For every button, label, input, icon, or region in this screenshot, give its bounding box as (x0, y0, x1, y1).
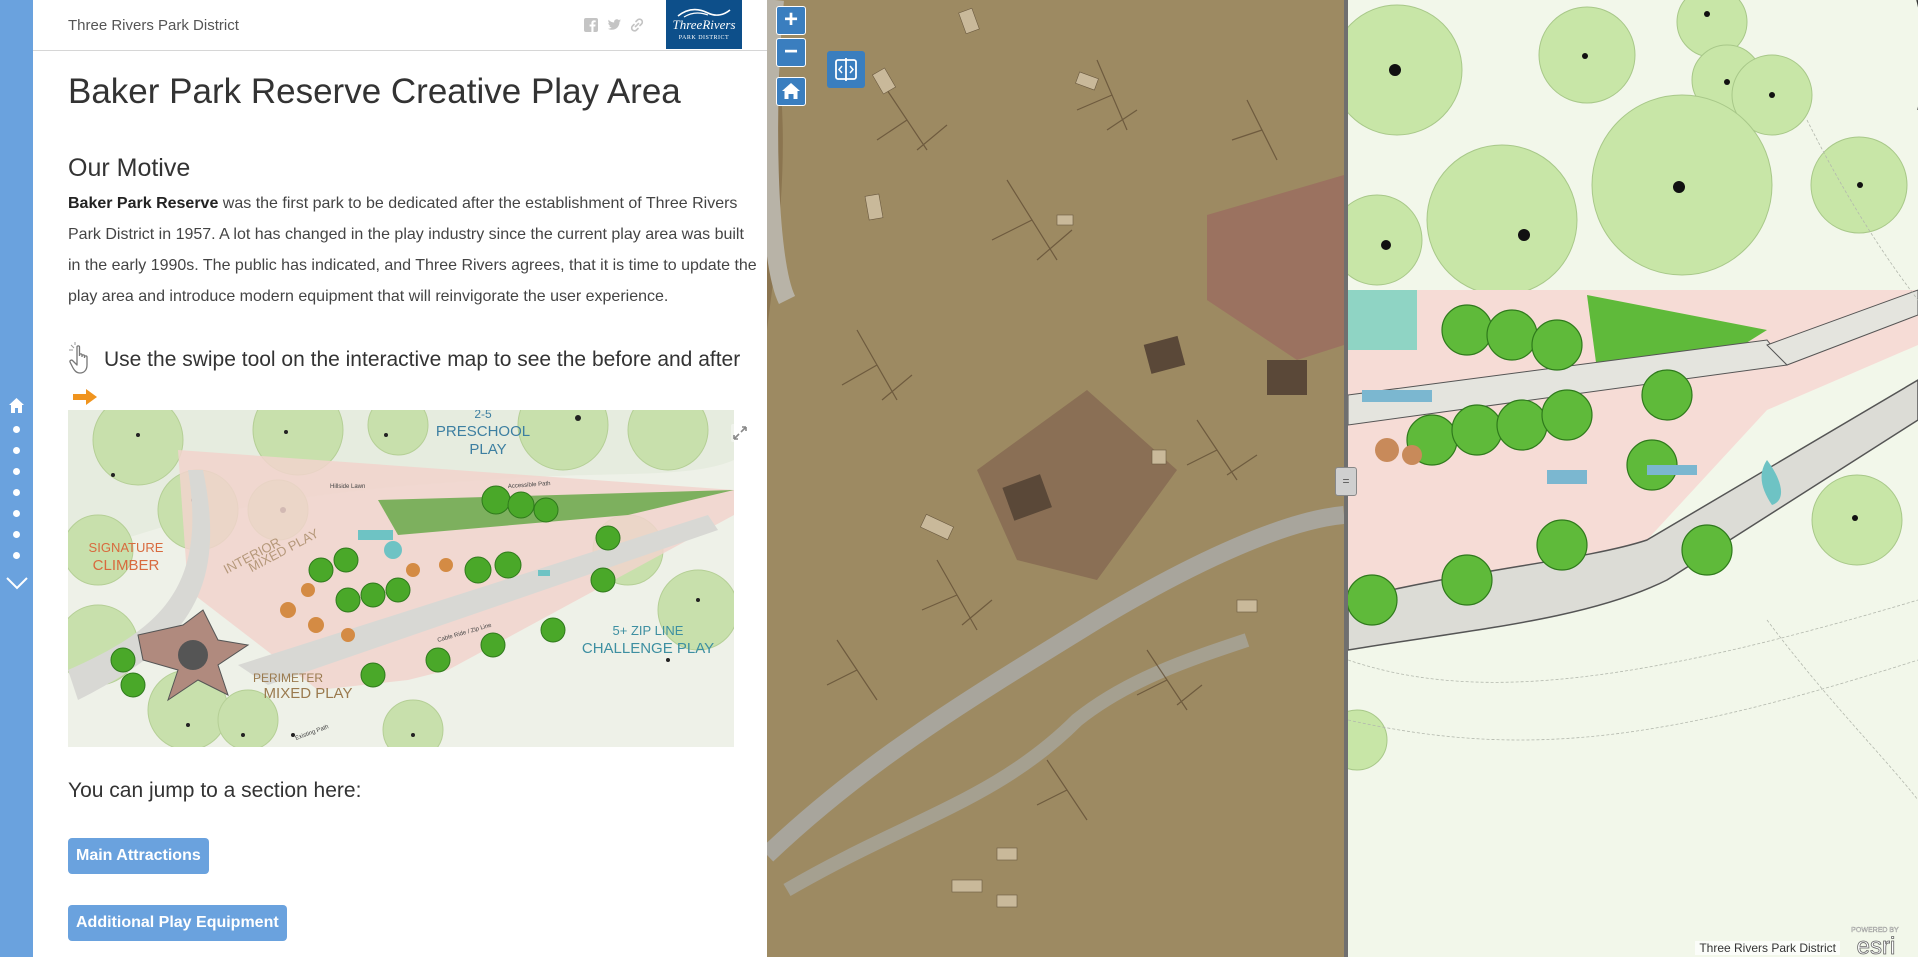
pointing-hand-icon (69, 342, 88, 374)
swipe-map[interactable]: + − = Three Rivers Park District POWERED… (767, 0, 1918, 957)
esri-logo[interactable]: POWERED BY esri (1840, 923, 1910, 957)
jump-to-section-text: You can jump to a section here: (68, 779, 362, 802)
hillside-lawn-label: Hillside Lawn (330, 484, 365, 490)
twitter-icon[interactable] (606, 17, 622, 33)
link-icon[interactable] (629, 17, 645, 33)
map-home-button[interactable] (776, 77, 806, 106)
page-title: Baker Park Reserve Creative Play Area (68, 72, 681, 111)
section-dot-4[interactable] (13, 489, 20, 496)
plan-layer (1348, 0, 1918, 957)
map-attribution: Three Rivers Park District (1695, 941, 1840, 955)
expand-icon[interactable] (731, 424, 749, 442)
story-side-panel: Three Rivers Park District ThreeRivers P… (33, 0, 767, 957)
home-icon (782, 83, 800, 99)
section-dot-1[interactable] (13, 426, 20, 433)
logo-name: ThreeRivers (672, 17, 736, 32)
signature-label: SIGNATURE (89, 540, 164, 555)
aerial-imagery-layer (767, 0, 1344, 957)
section-dot-3[interactable] (13, 468, 20, 475)
additional-play-equipment-button[interactable]: Additional Play Equipment (68, 905, 287, 941)
section-dot-2[interactable] (13, 447, 20, 454)
zipline-label: 5+ ZIP LINE (613, 623, 684, 638)
concept-plan-image[interactable]: 2-5 PRESCHOOL PLAY SIGNATURE CLIMBER PER… (68, 410, 734, 747)
section-heading: Our Motive (68, 154, 191, 182)
perimeter-label: PERIMETER (253, 671, 323, 685)
swipe-instruction: Use the swipe tool on the interactive ma… (68, 341, 758, 417)
swipe-handle[interactable]: = (1335, 467, 1357, 496)
header-title: Three Rivers Park District (68, 17, 239, 34)
section-dot-7[interactable] (13, 552, 20, 559)
challenge-label: CHALLENGE PLAY (582, 640, 714, 657)
preschool-ages-label: 2-5 (474, 410, 492, 421)
section-dot-5[interactable] (13, 510, 20, 517)
preschool-title-label: PRESCHOOL (436, 423, 530, 440)
mixed-play-label: MIXED PLAY (264, 685, 353, 702)
section-nav-rail (0, 0, 33, 957)
zoom-in-button[interactable]: + (776, 6, 806, 35)
panel-header: Three Rivers Park District ThreeRivers P… (33, 0, 767, 51)
section-dot-6[interactable] (13, 531, 20, 538)
home-icon[interactable] (8, 397, 25, 414)
swipe-icon (835, 58, 857, 81)
esri-word: esri (1857, 933, 1896, 957)
chevron-down-icon[interactable] (5, 575, 29, 591)
main-attractions-button[interactable]: Main Attractions (68, 838, 209, 874)
swipe-instruction-text: Use the swipe tool on the interactive ma… (104, 348, 741, 371)
zoom-out-button[interactable]: − (776, 38, 806, 67)
facebook-icon[interactable] (583, 17, 599, 33)
climber-label: CLIMBER (93, 557, 160, 574)
swipe-toggle-button[interactable] (827, 51, 865, 88)
three-rivers-logo[interactable]: ThreeRivers PARK DISTRICT (666, 0, 742, 49)
logo-subtitle: PARK DISTRICT (678, 35, 730, 41)
motive-paragraph: Baker Park Reserve was the first park to… (68, 188, 758, 312)
park-name-bold: Baker Park Reserve (68, 195, 219, 212)
arrow-right-icon (73, 389, 97, 405)
preschool-sub-label: PLAY (469, 441, 506, 458)
